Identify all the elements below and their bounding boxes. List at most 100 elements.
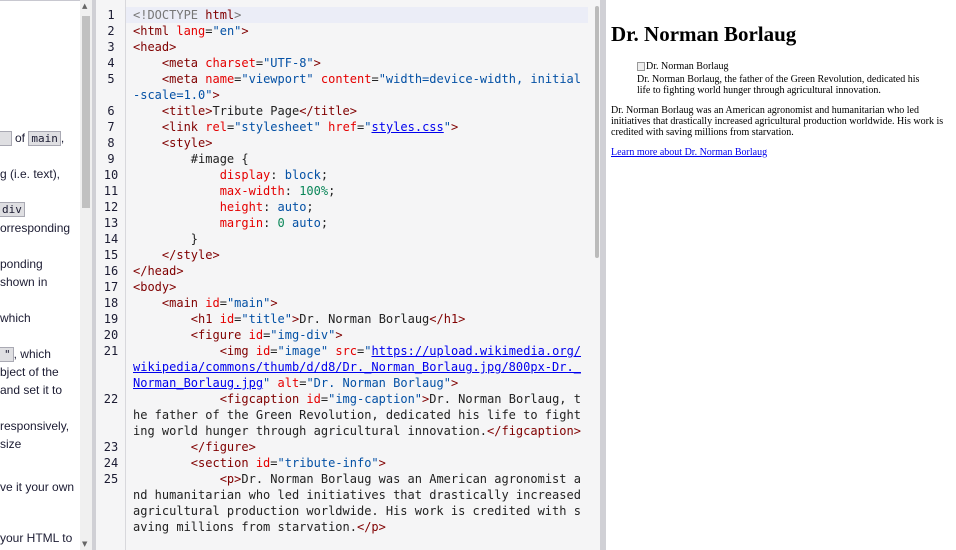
code-line[interactable]: 23 </figure> — [96, 439, 600, 455]
inline-code: " — [0, 347, 14, 362]
line-number: 9 — [107, 152, 115, 166]
code-text[interactable]: <link rel="stylesheet" href="styles.css"… — [126, 119, 588, 135]
code-line[interactable]: 21 <img id="image" src="https://upload.w… — [96, 343, 600, 391]
instruction-line: ve it your own — [0, 480, 75, 494]
instruction-line: orresponding — [0, 221, 71, 235]
preview-pane: Dr. Norman Borlaug Dr. Norman Borlaug Dr… — [606, 0, 956, 550]
line-number: 10 — [103, 168, 119, 182]
preview-image-alt: Dr. Norman Borlaug — [646, 61, 729, 72]
preview-broken-image: Dr. Norman Borlaug — [637, 61, 729, 72]
code-text[interactable]: #image { — [126, 151, 588, 167]
code-line[interactable]: 18 <main id="main"> — [96, 295, 600, 311]
code-text[interactable]: <!DOCTYPE html> — [126, 7, 588, 23]
code-text[interactable]: </figure> — [126, 439, 588, 455]
code-text[interactable]: <figure id="img-div"> — [126, 327, 588, 343]
code-line[interactable]: 15 </style> — [96, 247, 600, 263]
code-text[interactable]: <section id="tribute-info"> — [126, 455, 588, 471]
line-number: 18 — [103, 296, 119, 310]
instruction-line: g (i.e. text), — [0, 167, 61, 181]
preview-title: Dr. Norman Borlaug — [611, 22, 797, 46]
inline-code — [0, 131, 12, 146]
code-text[interactable]: </style> — [126, 247, 588, 263]
editor-scrollbar-thumb[interactable] — [595, 6, 599, 258]
code-line[interactable]: 5 <meta name="viewport" content="width=d… — [96, 71, 600, 103]
line-number: 22 — [103, 392, 119, 406]
line-number: 17 — [103, 280, 119, 294]
code-text[interactable]: </head> — [126, 263, 588, 279]
instruction-line: ", which — [0, 347, 51, 362]
line-number: 11 — [103, 184, 119, 198]
code-text[interactable]: display: block; — [126, 167, 588, 183]
code-line[interactable]: 13 margin: 0 auto; — [96, 215, 600, 231]
line-number: 14 — [103, 232, 119, 246]
instruction-line: bject of the — [0, 365, 59, 379]
line-number: 20 — [103, 328, 119, 342]
inline-code: main — [28, 131, 61, 146]
code-text[interactable]: <meta charset="UTF-8"> — [126, 55, 588, 71]
line-number: 13 — [103, 216, 119, 230]
code-line[interactable]: 22 <figcaption id="img-caption">Dr. Norm… — [96, 391, 600, 439]
code-text[interactable]: max-width: 100%; — [126, 183, 588, 199]
code-line[interactable]: 1 <!DOCTYPE html> — [96, 7, 600, 23]
code-line[interactable]: 17 <body> — [96, 279, 600, 295]
code-text[interactable]: <meta name="viewport" content="width=dev… — [126, 71, 588, 103]
line-number: 21 — [103, 344, 119, 358]
line-number: 7 — [107, 120, 115, 134]
code-line[interactable]: 2 <html lang="en"> — [96, 23, 600, 39]
code-line[interactable]: 9 #image { — [96, 151, 600, 167]
preview-tribute-info: Dr. Norman Borlaug was an American agron… — [611, 105, 944, 138]
code-text[interactable]: } — [126, 231, 588, 247]
code-text[interactable]: <head> — [126, 39, 588, 55]
code-text[interactable]: <figcaption id="img-caption">Dr. Norman … — [126, 391, 588, 439]
code-line[interactable]: 24 <section id="tribute-info"> — [96, 455, 600, 471]
instructions-scrollbar[interactable]: ▲ ▼ — [80, 0, 92, 550]
line-number: 4 — [107, 56, 115, 70]
code-line[interactable]: 16 </head> — [96, 263, 600, 279]
code-line[interactable]: 12 height: auto; — [96, 199, 600, 215]
instruction-line: ponding — [0, 257, 43, 271]
line-number: 19 — [103, 312, 119, 326]
code-lines[interactable]: 1 <!DOCTYPE html> 2 <html lang="en"> 3 <head>… — [96, 7, 600, 535]
preview-figure: Dr. Norman Borlaug Dr. Norman Borlaug, t… — [637, 61, 934, 96]
code-line[interactable]: 14 } — [96, 231, 600, 247]
instruction-line: responsively, — [0, 419, 70, 433]
code-line[interactable]: 10 display: block; — [96, 167, 600, 183]
code-text[interactable]: <style> — [126, 135, 588, 151]
line-number: 25 — [103, 472, 119, 486]
line-number: 16 — [103, 264, 119, 278]
instructions-scrollbar-thumb[interactable] — [82, 16, 90, 208]
inline-code: div — [0, 202, 25, 217]
instruction-line: shown in — [0, 275, 48, 289]
code-text[interactable]: <title>Tribute Page</title> — [126, 103, 588, 119]
instruction-line: and set it to — [0, 383, 63, 397]
code-text[interactable]: <html lang="en"> — [126, 23, 588, 39]
instruction-line: of main, — [0, 131, 64, 146]
code-text[interactable]: <h1 id="title">Dr. Norman Borlaug</h1> — [126, 311, 588, 327]
code-line[interactable]: 6 <title>Tribute Page</title> — [96, 103, 600, 119]
broken-image-icon — [637, 62, 645, 71]
code-text[interactable]: <body> — [126, 279, 588, 295]
line-number: 3 — [107, 40, 115, 54]
scroll-up-arrow-icon[interactable]: ▲ — [82, 2, 87, 10]
code-line[interactable]: 19 <h1 id="title">Dr. Norman Borlaug</h1… — [96, 311, 600, 327]
code-text[interactable]: <p>Dr. Norman Borlaug was an American ag… — [126, 471, 588, 535]
line-number: 23 — [103, 440, 119, 454]
code-line[interactable]: 20 <figure id="img-div"> — [96, 327, 600, 343]
code-text[interactable]: <img id="image" src="https://upload.wiki… — [126, 343, 588, 391]
code-line[interactable]: 11 max-width: 100%; — [96, 183, 600, 199]
code-line[interactable]: 7 <link rel="stylesheet" href="styles.cs… — [96, 119, 600, 135]
code-editor[interactable]: 1 <!DOCTYPE html> 2 <html lang="en"> 3 <head>… — [92, 0, 600, 550]
code-line[interactable]: 4 <meta charset="UTF-8"> — [96, 55, 600, 71]
code-text[interactable]: <main id="main"> — [126, 295, 588, 311]
code-text[interactable]: margin: 0 auto; — [126, 215, 588, 231]
instructions-pane: of main, g (i.e. text), div orresponding… — [0, 0, 80, 550]
line-number: 8 — [107, 136, 115, 150]
preview-tribute-link[interactable]: Learn more about Dr. Norman Borlaug — [611, 147, 956, 158]
scroll-down-arrow-icon[interactable]: ▼ — [82, 540, 87, 548]
code-text[interactable]: height: auto; — [126, 199, 588, 215]
code-line[interactable]: 8 <style> — [96, 135, 600, 151]
code-line[interactable]: 25 <p>Dr. Norman Borlaug was an American… — [96, 471, 600, 535]
line-number: 12 — [103, 200, 119, 214]
code-line[interactable]: 3 <head> — [96, 39, 600, 55]
instruction-line: size — [0, 437, 22, 451]
